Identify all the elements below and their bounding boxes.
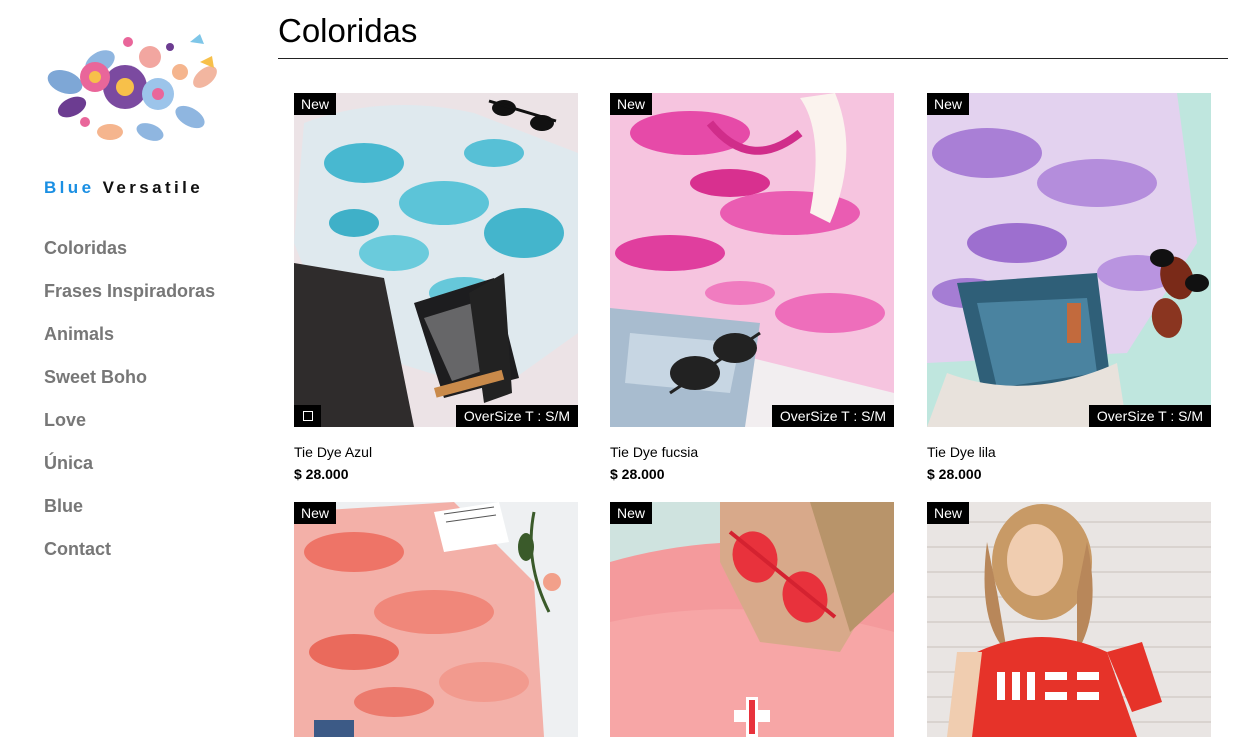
nav-item-unica[interactable]: Única	[44, 453, 215, 496]
product-image[interactable]: New	[927, 502, 1211, 737]
product-price: $ 28.000	[927, 466, 982, 482]
nav-item-animals[interactable]: Animals	[44, 324, 215, 367]
product-image[interactable]: New OverSize T : S/M	[294, 93, 578, 427]
brand-name[interactable]: Blue Versatile	[44, 178, 203, 198]
product-image[interactable]: New OverSize T : S/M	[610, 93, 894, 427]
page-title: Coloridas	[278, 12, 418, 49]
product-image[interactable]: New	[610, 502, 894, 737]
new-badge: New	[927, 502, 970, 524]
nav-item-contact[interactable]: Contact	[44, 539, 215, 582]
brand-part-blue: Blue	[44, 178, 95, 197]
nav-item-frases-inspiradoras[interactable]: Frases Inspiradoras	[44, 281, 215, 324]
new-badge: New	[294, 502, 337, 524]
title-divider	[278, 58, 1228, 59]
product-name[interactable]: Tie Dye Azul	[294, 444, 372, 460]
new-badge: New	[927, 93, 970, 115]
category-nav: Coloridas Frases Inspiradoras Animals Sw…	[44, 238, 215, 582]
size-tag: OverSize T : S/M	[771, 405, 894, 427]
product-name[interactable]: Tie Dye lila	[927, 444, 996, 460]
floral-logo[interactable]	[40, 22, 226, 152]
nav-item-love[interactable]: Love	[44, 410, 215, 453]
nav-item-blue[interactable]: Blue	[44, 496, 215, 539]
new-badge: New	[610, 502, 653, 524]
sidebar: Blue Versatile Coloridas Frases Inspirad…	[0, 0, 262, 737]
product-price: $ 28.000	[610, 466, 665, 482]
nav-item-sweet-boho[interactable]: Sweet Boho	[44, 367, 215, 410]
new-badge: New	[294, 93, 337, 115]
size-tag: OverSize T : S/M	[455, 405, 578, 427]
product-image[interactable]: New OverSize T : S/M	[927, 93, 1211, 427]
size-tag: OverSize T : S/M	[1088, 405, 1211, 427]
product-image[interactable]: New	[294, 502, 578, 737]
image-indicator-icon[interactable]	[294, 405, 321, 427]
product-name[interactable]: Tie Dye fucsia	[610, 444, 698, 460]
product-price: $ 28.000	[294, 466, 349, 482]
brand-part-versatile: Versatile	[102, 178, 204, 197]
new-badge: New	[610, 93, 653, 115]
nav-item-coloridas[interactable]: Coloridas	[44, 238, 215, 281]
